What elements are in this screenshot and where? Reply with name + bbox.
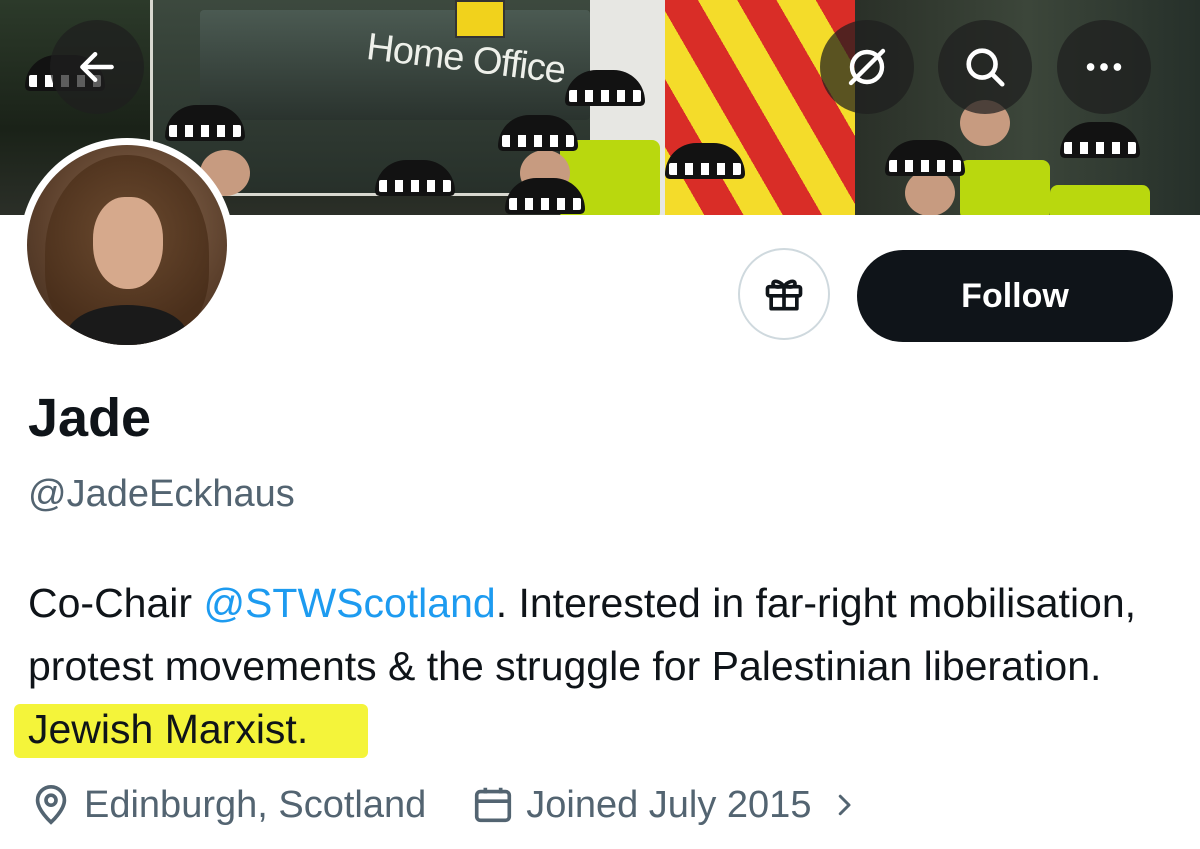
- gift-button[interactable]: [738, 248, 830, 340]
- avatar-face: [93, 197, 163, 289]
- search-icon: [966, 48, 1005, 87]
- chevron-right-icon: [829, 790, 859, 820]
- location-pin-icon: [35, 784, 67, 825]
- back-button[interactable]: [50, 20, 144, 114]
- joined-item[interactable]: Joined July 2015: [470, 782, 859, 828]
- arrow-left-icon: [80, 51, 114, 83]
- avatar-frame[interactable]: [20, 138, 234, 352]
- grok-icon: [848, 48, 886, 86]
- joined-text: Joined July 2015: [526, 783, 812, 826]
- gift-icon: [765, 279, 803, 311]
- grok-button[interactable]: [820, 20, 914, 114]
- bio-mention-link[interactable]: @STWScotland: [203, 580, 495, 626]
- profile-bio: Co-Chair @STWScotland. Interested in far…: [14, 572, 1178, 761]
- calendar-icon: [475, 787, 512, 823]
- bio-prefix: Co-Chair: [28, 580, 204, 626]
- location-item: Edinburgh, Scotland: [28, 782, 426, 828]
- more-button[interactable]: [1057, 20, 1151, 114]
- crowd-face: [905, 170, 955, 215]
- avatar[interactable]: [27, 145, 227, 345]
- banner-chevron-stripes: [665, 0, 855, 215]
- hi-vis-jacket: [1050, 185, 1150, 215]
- hi-vis-jacket: [960, 160, 1050, 215]
- display-name: Jade: [28, 388, 152, 448]
- banner-yellow-sign: [455, 0, 505, 38]
- search-button[interactable]: [938, 20, 1032, 114]
- user-handle: @JadeEckhaus: [28, 473, 295, 515]
- profile-meta: Edinburgh, Scotland Joined July 2015: [28, 778, 859, 832]
- follow-button[interactable]: Follow: [857, 250, 1173, 342]
- location-text: Edinburgh, Scotland: [84, 783, 427, 826]
- more-horizontal-icon: [1086, 63, 1122, 71]
- bio-highlighted-text: Jewish Marxist.: [14, 704, 369, 758]
